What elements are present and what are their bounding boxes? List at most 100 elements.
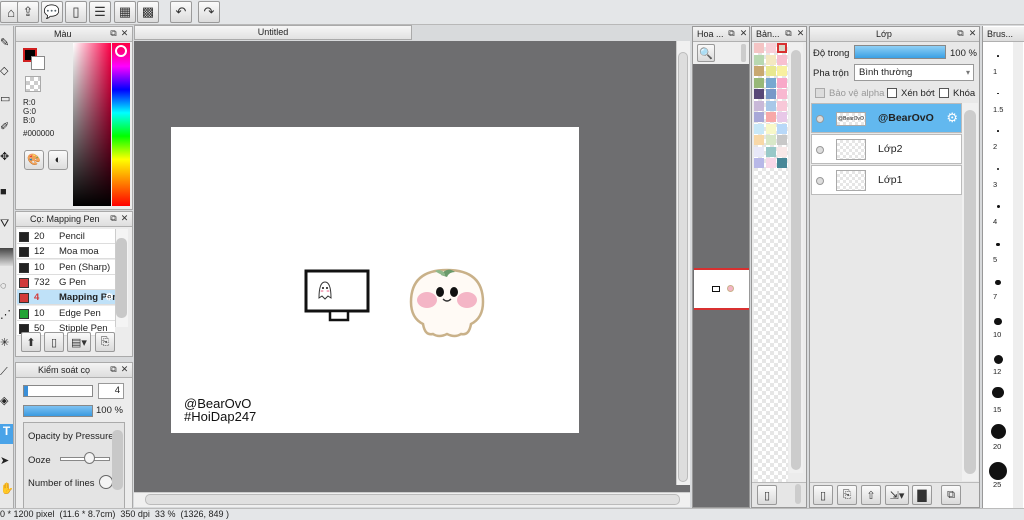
canvas-tab[interactable]: Untitled <box>134 25 412 40</box>
pointer-tool-icon[interactable]: ➤ <box>0 454 13 472</box>
navigator-slider[interactable] <box>741 44 746 62</box>
brush-size-dot[interactable] <box>994 317 1002 325</box>
close-icon[interactable]: ✕ <box>795 28 806 39</box>
float-icon[interactable]: ⧉ <box>108 213 119 224</box>
palette-swatch[interactable] <box>754 123 764 134</box>
palette-swatch[interactable] <box>777 54 787 65</box>
blend-mode-select[interactable]: Bình thường ▾ <box>854 64 974 81</box>
palette-swatch[interactable] <box>754 77 764 88</box>
brush-menu-button[interactable]: ▤▾ <box>67 332 91 352</box>
new-layer-folder-button[interactable]: ⇧ <box>861 485 881 505</box>
gradient-tool-icon[interactable] <box>0 248 13 266</box>
palette-footer-scrollbar[interactable] <box>795 484 801 504</box>
palette-swatch[interactable] <box>777 66 787 76</box>
visibility-icon[interactable] <box>816 177 824 185</box>
fill-tool-icon[interactable]: ■ <box>0 186 13 204</box>
brush-size-field[interactable]: 4 <box>98 383 124 399</box>
eyedropper-icon[interactable]: ⟋ <box>0 366 13 384</box>
redo-icon[interactable]: ↷ <box>198 1 220 23</box>
palette-swatch[interactable] <box>765 66 776 76</box>
brush-size-dot[interactable] <box>996 205 1000 208</box>
brush-row[interactable]: 20 Pencil <box>17 229 115 244</box>
palette-swatch[interactable] <box>765 135 776 145</box>
palette-swatch[interactable] <box>765 43 776 53</box>
visibility-icon[interactable] <box>816 146 824 154</box>
brush-size-dot[interactable] <box>996 167 1000 170</box>
brush-size-scrollbar[interactable] <box>1013 42 1023 518</box>
layer-move-button[interactable]: ⇲▾ <box>885 485 909 505</box>
new-raster-layer-button[interactable]: ⎘ <box>837 485 857 505</box>
palette-swatch[interactable] <box>777 77 787 88</box>
close-icon[interactable]: ✕ <box>119 364 130 375</box>
new-layer-button[interactable]: ▯ <box>813 485 833 505</box>
brush-settings-button[interactable]: ⎘ <box>95 332 115 352</box>
palette-swatch[interactable] <box>765 158 776 168</box>
undo-icon[interactable]: ↶ <box>170 1 192 23</box>
brush-row[interactable]: 10 Pen (Sharp) <box>17 259 115 275</box>
float-icon[interactable]: ⧉ <box>783 28 794 39</box>
brush-size-dot[interactable] <box>997 92 999 94</box>
palette-swatch[interactable] <box>777 89 787 99</box>
palette-swatch[interactable] <box>765 123 776 134</box>
brush-size-dot[interactable] <box>997 130 999 132</box>
close-icon[interactable]: ✕ <box>967 28 978 39</box>
palette-swatch[interactable] <box>777 43 787 53</box>
palette-swatch[interactable] <box>765 89 776 99</box>
saturation-value-box[interactable] <box>73 43 111 206</box>
close-icon[interactable]: ✕ <box>119 28 130 39</box>
select-tool-icon[interactable]: ▭ <box>0 92 13 110</box>
duplicate-layer-button[interactable]: ⧉ <box>941 485 961 505</box>
palette-swatch[interactable] <box>777 158 787 168</box>
palette-swatch[interactable] <box>777 135 787 145</box>
eraser-icon[interactable]: ◈ <box>0 394 13 412</box>
hue-slider[interactable] <box>112 43 130 206</box>
layer-scroll-thumb[interactable] <box>964 110 976 474</box>
brush-size-dot[interactable] <box>992 386 1004 398</box>
close-icon[interactable]: ✕ <box>119 213 130 224</box>
add-brush-button[interactable]: ⬆ <box>21 332 41 352</box>
new-palette-button[interactable]: ▯ <box>757 485 777 505</box>
color-picker-button[interactable]: 🎨 <box>24 150 44 170</box>
export-icon[interactable]: ⇪ <box>17 1 39 23</box>
color-wheel-button[interactable]: ◐ <box>48 150 68 170</box>
brush-size-dot[interactable] <box>993 355 1003 364</box>
brush-opacity-slider[interactable] <box>23 405 93 417</box>
page-icon[interactable]: ▯ <box>65 1 87 23</box>
palette-swatch[interactable] <box>765 146 776 157</box>
palette-swatch[interactable] <box>777 146 787 157</box>
canvas-horizontal-scroll-thumb[interactable] <box>145 494 680 505</box>
zoom-icon[interactable]: 🔍 <box>697 44 715 62</box>
background-color-swatch[interactable] <box>31 56 45 70</box>
palette-swatch[interactable] <box>765 54 776 65</box>
comment-icon[interactable]: 💬 <box>41 1 63 23</box>
palette-swatch[interactable] <box>777 112 787 122</box>
close-icon[interactable]: ✕ <box>738 28 749 39</box>
bucket-tool-icon[interactable]: ⛛ <box>0 218 13 236</box>
palette-swatch[interactable] <box>754 100 764 111</box>
text-tool-icon[interactable]: T <box>0 424 13 444</box>
clipping-checkbox[interactable] <box>887 88 897 98</box>
brush-row[interactable]: 732 G Pen <box>17 274 115 290</box>
gear-icon[interactable]: ⚙ <box>946 110 958 126</box>
folder-icon[interactable]: ▇ <box>912 485 932 505</box>
brush-size-dot[interactable] <box>990 424 1006 439</box>
grid-icon[interactable]: ▦ <box>114 1 136 23</box>
layer-opacity-slider[interactable] <box>854 45 946 59</box>
brush-options-scrollbar[interactable] <box>112 430 123 490</box>
drawing-canvas[interactable] <box>171 127 579 433</box>
layer-row-lop1[interactable]: Lớp1 <box>811 165 962 195</box>
palette-swatch[interactable] <box>765 77 776 88</box>
layer-row-lop2[interactable]: Lớp2 <box>811 134 962 164</box>
move-tool-icon[interactable]: ✥ <box>0 150 13 168</box>
float-icon[interactable]: ⧉ <box>955 28 966 39</box>
visibility-icon[interactable] <box>816 115 824 123</box>
new-brush-button[interactable]: ▯ <box>44 332 64 352</box>
hand-tool-icon[interactable]: ✋ <box>0 482 14 500</box>
float-icon[interactable]: ⧉ <box>108 28 119 39</box>
magic-wand-icon[interactable]: ⋰ <box>0 308 13 326</box>
number-of-lines-toggle[interactable] <box>99 475 113 489</box>
protect-alpha-checkbox[interactable] <box>815 88 825 98</box>
palette-swatch[interactable] <box>754 112 764 122</box>
palette-swatch[interactable] <box>754 146 764 157</box>
navigator-preview[interactable] <box>694 268 749 310</box>
